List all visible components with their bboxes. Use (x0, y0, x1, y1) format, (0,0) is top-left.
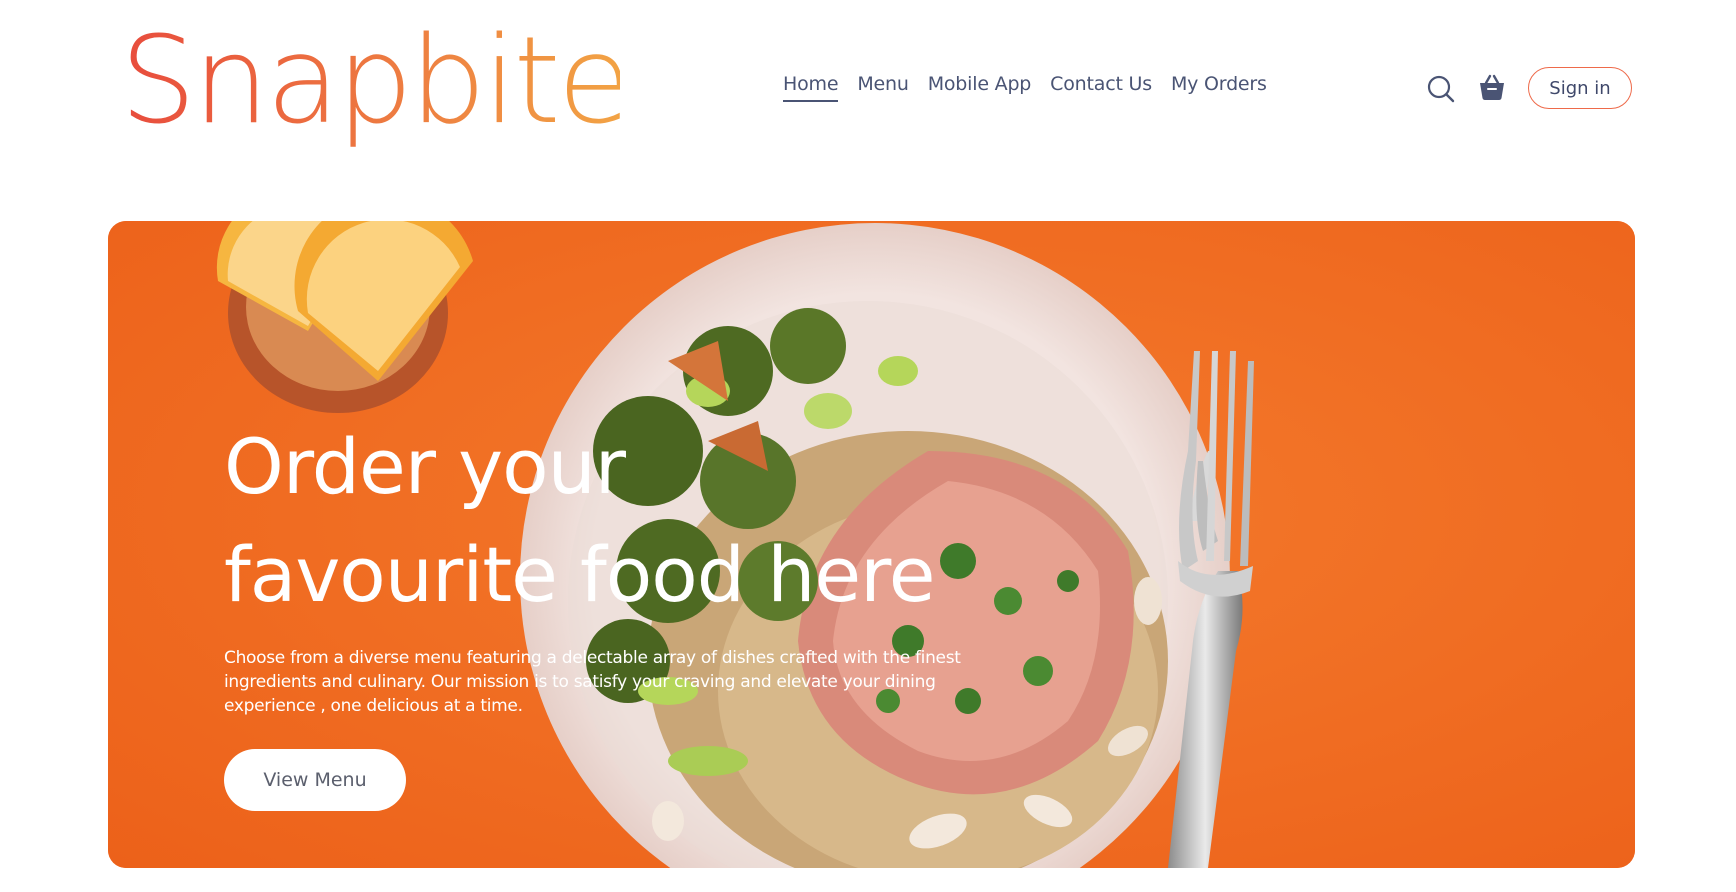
hero-title-line2: favourite food here (224, 530, 935, 619)
hero-banner: Order your favourite food here Choose fro… (108, 221, 1635, 868)
brand-logo-text: Snapbite (120, 14, 620, 151)
nav-item-home[interactable]: Home (783, 73, 839, 102)
nav-item-my-orders[interactable]: My Orders (1171, 73, 1267, 102)
sign-in-button[interactable]: Sign in (1528, 67, 1632, 109)
nav-item-mobile-app[interactable]: Mobile App (928, 73, 1032, 102)
hero-title: Order your favourite food here (224, 413, 1084, 629)
search-icon[interactable] (1426, 74, 1456, 104)
hero-description: Choose from a diverse menu featuring a d… (224, 648, 961, 716)
nav-item-contact-us[interactable]: Contact Us (1050, 73, 1152, 102)
view-menu-button[interactable]: View Menu (224, 749, 406, 811)
hero-title-line1: Order your (224, 422, 626, 511)
page: Snapbite Home Menu Mobile App Contact Us… (0, 0, 1736, 892)
nav-item-menu[interactable]: Menu (857, 73, 909, 102)
main-nav: Home Menu Mobile App Contact Us My Order… (783, 73, 1267, 102)
basket-icon[interactable] (1477, 72, 1507, 102)
brand-logo[interactable]: Snapbite (120, 14, 620, 164)
